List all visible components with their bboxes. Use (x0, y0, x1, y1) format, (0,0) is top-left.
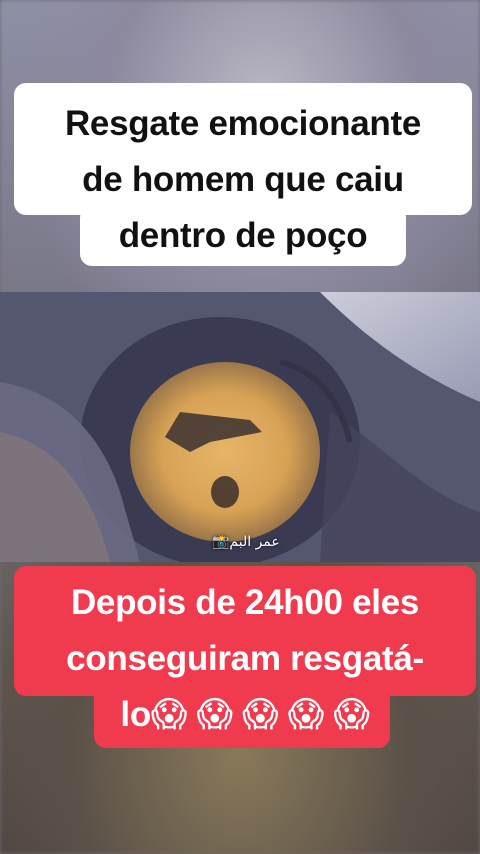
video-frame[interactable] (0, 292, 480, 562)
well-scene-image (0, 292, 480, 562)
headline-line-3: dentro de poço (118, 216, 368, 255)
caption-line-2: conseguiram resgatá- (66, 639, 424, 678)
headline-line-2: de homem que caiu (82, 160, 404, 199)
caption-line-1: Depois de 24h00 eles (70, 583, 420, 622)
headline-line-1: Resgate emocionante (64, 104, 422, 143)
caption-line-3: lo😱 😱 😱 😱 😱 (120, 695, 370, 734)
video-watermark: عمر البم📸 (212, 534, 280, 550)
caption: Depois de 24h00 eles conseguiram resgatá… (14, 575, 476, 743)
headline: Resgate emocionante de homem que caiu de… (14, 96, 472, 264)
